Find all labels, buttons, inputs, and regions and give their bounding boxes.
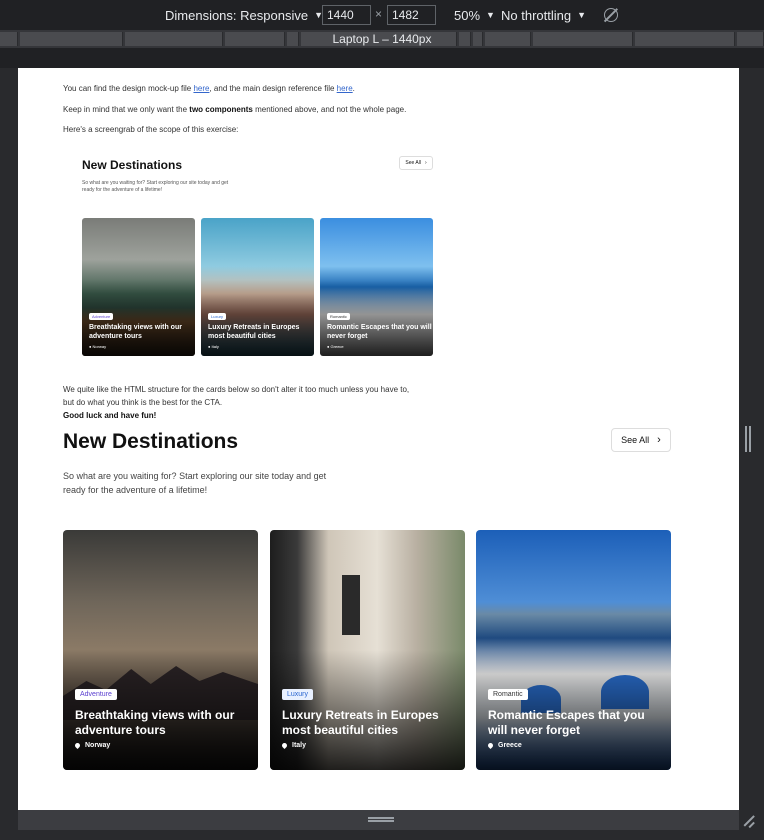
note-line-3: Good luck and have fun! [63, 411, 157, 420]
mock-card: Luxury Luxury Retreats in Europes most b… [201, 218, 314, 356]
intro-text: Keep in mind that we only want the [63, 105, 190, 114]
zoom-dropdown[interactable]: 50% ▼ [454, 0, 495, 30]
times-icon: × [375, 7, 383, 21]
note-line-1: We quite like the HTML structure for the… [63, 385, 410, 394]
destination-card-norway[interactable]: Adventure Breathtaking views with our ad… [63, 530, 258, 770]
intro-text: You can find the design mock-up file [63, 84, 194, 93]
mock-card-location: ● Greece [327, 344, 344, 349]
caret-down-icon: ▼ [577, 10, 587, 20]
card-tag: Romantic [488, 689, 528, 700]
throttling-dropdown[interactable]: No throttling ▼ [501, 0, 586, 30]
resize-corner-icon[interactable] [742, 814, 756, 828]
location-pin-icon [73, 741, 82, 750]
location-pin-icon [280, 741, 289, 750]
media-query-segment[interactable] [635, 32, 735, 46]
card-location: Norway [73, 741, 111, 750]
window-shutter [342, 575, 360, 635]
note-line-2: but do what you think is the best for th… [63, 398, 223, 407]
section-title: New Destinations [63, 430, 239, 453]
dimensions-dropdown[interactable]: Dimensions: Responsive ▼ [165, 0, 323, 30]
mock-card-title: Breathtaking views with our adventure to… [89, 324, 182, 340]
media-query-segment[interactable] [0, 32, 18, 46]
intro-bold-text: two components [189, 105, 253, 114]
mock-card-title: Luxury Retreats in Europes most beautifu… [208, 324, 300, 340]
mock-subtitle: So what are you waiting for? Start explo… [82, 180, 229, 193]
media-query-segment[interactable] [20, 32, 123, 46]
mock-card-tag: Romantic [327, 313, 350, 320]
media-query-segment[interactable] [485, 32, 531, 46]
mock-card-location-text: Greece [330, 344, 344, 349]
see-all-label: See All [621, 435, 650, 445]
rotate-icon[interactable] [604, 8, 618, 22]
mock-card-location: ● Norway [89, 344, 106, 349]
device-toolbar: Dimensions: Responsive ▼ 1440 × 1482 50%… [0, 0, 764, 30]
media-query-segment[interactable] [125, 32, 223, 46]
mock-card-tag: Luxury [208, 313, 227, 320]
media-query-segment[interactable] [225, 32, 285, 46]
mock-card-title: Romantic Escapes that you will never for… [327, 324, 432, 340]
card-location-text: Greece [498, 742, 522, 749]
intro-line-2: Keep in mind that we only want the two c… [63, 105, 406, 114]
intro-text: . [352, 84, 355, 93]
intro-text: , and the main design reference file [209, 84, 337, 93]
height-input[interactable]: 1482 [387, 5, 436, 25]
mock-card: Adventure Breathtaking views with our ad… [82, 218, 195, 356]
card-location: Greece [486, 741, 522, 750]
resize-handle-bottom[interactable] [368, 817, 394, 822]
caret-down-icon: ▼ [486, 10, 495, 20]
location-pin-icon [486, 741, 495, 750]
media-query-segment[interactable] [459, 32, 471, 46]
intro-text: mentioned above, and not the whole page. [252, 105, 407, 114]
throttling-label: No throttling [501, 7, 572, 23]
card-title: Romantic Escapes that you will never for… [488, 708, 645, 737]
card-title: Luxury Retreats in Europes most beautifu… [282, 708, 439, 737]
media-query-segment[interactable] [737, 32, 764, 46]
destination-card-greece[interactable]: Romantic Romantic Escapes that you will … [476, 530, 671, 770]
media-query-segment[interactable] [301, 32, 457, 46]
design-mockup-link[interactable]: here [193, 84, 209, 93]
mock-card-location-text: Italy [211, 344, 219, 349]
intro-line-1: You can find the design mock-up file her… [63, 84, 355, 93]
card-tag: Luxury [282, 689, 314, 700]
mock-card-tag: Adventure [89, 313, 114, 320]
mock-title: New Destinations [82, 158, 183, 172]
card-location: Italy [280, 741, 307, 750]
design-reference-link[interactable]: here [337, 84, 353, 93]
see-all-button[interactable]: See All › [611, 428, 671, 452]
media-query-bar [0, 30, 764, 48]
card-title: Breathtaking views with our adventure to… [75, 708, 235, 737]
intro-line-3: Here's a screengrab of the scope of this… [63, 125, 239, 134]
media-query-segment[interactable] [287, 32, 299, 46]
media-query-segment[interactable] [473, 32, 483, 46]
destination-card-italy[interactable]: Luxury Luxury Retreats in Europes most b… [270, 530, 465, 770]
dimensions-label: Dimensions: Responsive [165, 7, 309, 23]
section-subtitle: So what are you waiting for? Start explo… [63, 471, 327, 495]
zoom-label: 50% [454, 7, 481, 23]
card-tag: Adventure [75, 689, 117, 700]
scope-screenshot: New Destinations So what are you waiting… [63, 143, 453, 363]
page-viewport: You can find the design mock-up file her… [18, 68, 739, 810]
card-location-text: Italy [292, 742, 307, 749]
media-query-segment[interactable] [533, 32, 633, 46]
chevron-right-icon: › [424, 160, 427, 166]
mock-card-location: ● Italy [208, 344, 219, 349]
width-input[interactable]: 1440 [322, 5, 371, 25]
viewport-gap [0, 48, 764, 68]
mock-card-location-text: Norway [92, 344, 107, 349]
mock-card: Romantic Romantic Escapes that you will … [320, 218, 433, 356]
chevron-right-icon: › [657, 434, 661, 446]
mock-see-all-button: See All › [399, 156, 433, 170]
resize-handle-right[interactable] [745, 426, 751, 452]
mock-see-all-label: See All [405, 160, 421, 166]
card-location-text: Norway [85, 742, 111, 749]
